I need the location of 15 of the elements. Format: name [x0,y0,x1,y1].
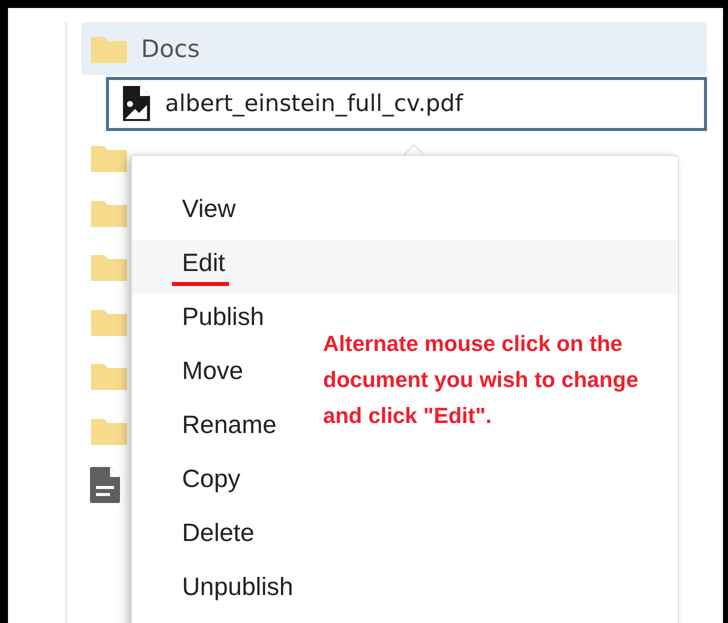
file-name: albert_einstein_full_cv.pdf [165,91,463,117]
menu-item[interactable]: Move [172,356,248,394]
menu-item[interactable]: Edit [172,248,230,286]
menu-item[interactable]: Rename [172,410,280,448]
menu-item[interactable]: Publish [172,302,268,340]
image-file-icon [121,85,151,123]
folder-row[interactable]: Docs [81,22,707,75]
menu-item[interactable]: Unpublish [172,572,298,610]
document-icon [89,466,121,504]
annotation-text: Alternate mouse click on the document you wish to change and click "Edit". [323,330,640,430]
menu-item[interactable]: Delete [172,518,258,556]
menu-item[interactable]: View [172,194,240,232]
menu-item[interactable]: Copy [172,464,244,502]
folder-name: Docs [141,34,200,62]
file-row[interactable]: albert_einstein_full_cv.pdf [106,77,707,131]
